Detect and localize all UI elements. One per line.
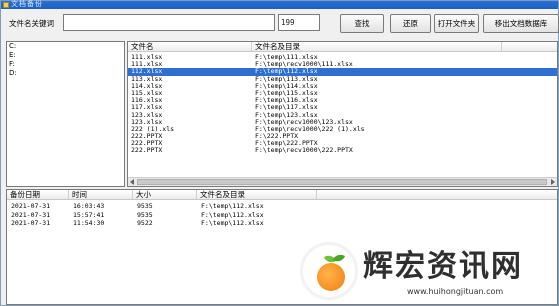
remove-from-db-button[interactable]: 移出文档数据库 [483, 14, 559, 33]
watermark-url: www.huihongjituan.com [407, 287, 504, 296]
backup-date-cell: 2021-07-31 [11, 219, 51, 227]
table-row[interactable]: 222.PPTX F:\222.PPTX [128, 132, 557, 140]
column-header-path[interactable]: 文件名及目录 [252, 42, 502, 52]
table-row[interactable]: 222 (1).xls F:\temp\recv1000\222 (1).xls [128, 125, 557, 133]
drive-item[interactable]: F: [7, 60, 124, 69]
backup-time-cell: 16:03:43 [73, 202, 105, 210]
backup-time-cell: 15:57:41 [73, 210, 105, 219]
backup-size-cell: 9535 [137, 202, 153, 210]
backup-path-cell: F:\temp\112.xlsx [201, 219, 264, 227]
orange-shape [317, 263, 345, 291]
horizontal-scrollbar[interactable] [128, 177, 557, 186]
title-bar: 文档备份 [1, 0, 558, 9]
keyword-input[interactable] [63, 14, 275, 31]
drive-item[interactable]: D: [7, 69, 124, 78]
result-count: 199 [278, 14, 320, 31]
restore-button[interactable]: 还原 [390, 14, 431, 33]
backup-date-cell: 2021-07-31 [11, 210, 51, 219]
keyword-label: 文件名关键词 [9, 19, 54, 28]
table-row[interactable]: 222.PPTX F:\temp\recv1000\222.PPTX [128, 147, 557, 154]
backup-rows: 2021-07-31 16:03:43 9535 F:\temp\112.xlsx 20… [7, 202, 557, 228]
file-path-cell: F:\temp\recv1000\222.PPTX [255, 146, 353, 155]
table-row[interactable]: 111.xlsx F:\temp\recv1000\111.xlsx [128, 60, 557, 68]
leaf-shape [332, 252, 346, 264]
table-row[interactable]: 115.xlsx F:\temp\115.xlsx [128, 89, 557, 97]
file-name-cell: 222.PPTX [131, 146, 163, 155]
orange-logo-icon [301, 243, 357, 299]
watermark-text: 辉宏资讯网 [363, 249, 523, 284]
file-rows: 111.xlsx F:\temp\111.xlsx 111.xlsx F:\temp\… [128, 53, 557, 155]
column-header-size[interactable]: 大小 [133, 190, 197, 200]
scrollbar-thumb[interactable] [137, 179, 547, 185]
backup-size-cell: 9522 [137, 219, 153, 227]
backup-list-header: 备份日期 时间 大小 文件名及目录 [7, 190, 557, 200]
table-row[interactable]: 2021-07-31 15:57:41 9535 F:\temp\112.xlsx [7, 211, 557, 220]
file-list[interactable]: 文件名 文件名及目录 111.xlsx F:\temp\111.xlsx 111.x… [127, 41, 558, 187]
table-row[interactable]: 112.xlsx F:\temp\112.xlsx [128, 68, 557, 76]
table-row[interactable]: 113.xlsx F:\temp\113.xlsx [128, 75, 557, 83]
backup-path-cell: F:\temp\112.xlsx [201, 202, 264, 210]
table-row[interactable]: 117.xlsx F:\temp\117.xlsx [128, 104, 557, 111]
column-header-time[interactable]: 时间 [69, 190, 133, 200]
backup-time-cell: 11:54:30 [73, 219, 105, 227]
backup-size-cell: 9535 [137, 210, 153, 219]
table-row[interactable]: 2021-07-31 11:54:30 9522 F:\temp\112.xlsx [7, 219, 557, 228]
drive-item[interactable]: E: [7, 51, 124, 60]
window-title: 文档备份 [11, 0, 43, 8]
search-button[interactable]: 查找 [340, 14, 384, 33]
app-icon [3, 2, 9, 8]
backup-path-cell: F:\temp\112.xlsx [201, 210, 264, 219]
arrow-right-icon[interactable] [551, 179, 555, 185]
table-row[interactable]: 2021-07-31 16:03:43 9535 F:\temp\112.xlsx [7, 202, 557, 211]
open-folder-button[interactable]: 打开文件夹 [434, 14, 479, 33]
backup-date-cell: 2021-07-31 [11, 202, 51, 210]
app-window: 文档备份 文件名关键词 199 查找 还原 打开文件夹 移出文档数据库 C: E… [0, 0, 559, 306]
drive-list[interactable]: C: E: F: D: [6, 41, 125, 187]
table-row[interactable]: 116.xlsx F:\temp\116.xlsx [128, 96, 557, 104]
drive-item[interactable]: C: [7, 42, 124, 51]
column-header-name[interactable]: 文件名 [128, 42, 252, 52]
table-row[interactable]: 114.xlsx F:\temp\114.xlsx [128, 82, 557, 90]
column-header-date[interactable]: 备份日期 [7, 190, 69, 200]
column-header-backup-path[interactable]: 文件名及目录 [197, 190, 317, 200]
arrow-left-icon[interactable] [130, 179, 134, 185]
watermark: 辉宏资讯网 www.huihongjituan.com [301, 237, 557, 305]
file-list-header: 文件名 文件名及目录 [128, 42, 557, 52]
